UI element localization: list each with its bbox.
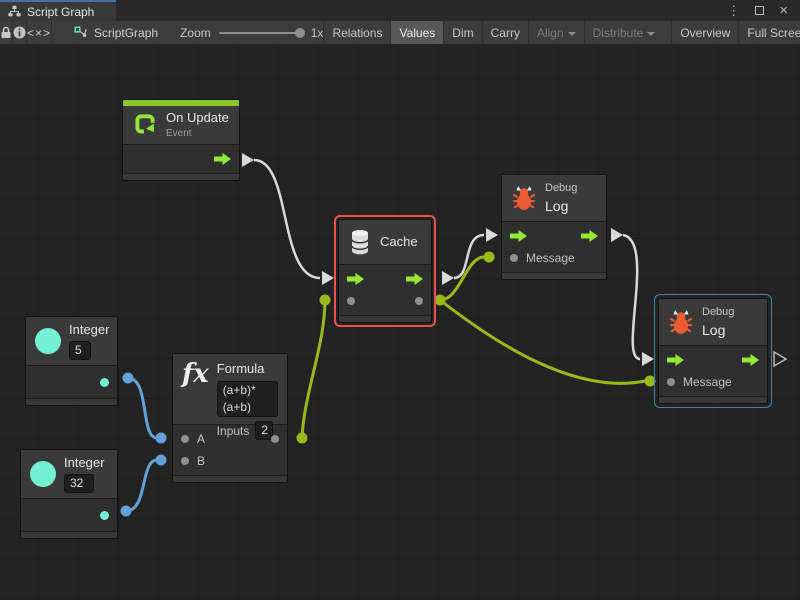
- full-screen-button[interactable]: Full Screen: [738, 21, 800, 44]
- integer-value-field[interactable]: 5: [69, 341, 91, 360]
- chevron-down-icon: [568, 32, 576, 36]
- graph-name-indicator[interactable]: ScriptGraph: [74, 21, 158, 44]
- formula-fx-icon: fx: [182, 361, 209, 387]
- node-title: Formula: [217, 361, 278, 377]
- lock-button[interactable]: [0, 21, 13, 44]
- value-output-port[interactable]: [100, 511, 109, 520]
- node-footer: [502, 272, 606, 279]
- tab-title: Script Graph: [27, 5, 94, 19]
- node-title: Log: [702, 322, 734, 339]
- align-dropdown[interactable]: Align: [528, 21, 584, 44]
- node-title: Integer: [64, 455, 104, 471]
- wire-integer32-to-formula-b: [126, 460, 157, 511]
- variables-icon: <×>: [27, 26, 51, 40]
- exec-input-port[interactable]: [347, 273, 364, 285]
- zoom-slider-handle[interactable]: [295, 28, 305, 38]
- node-title: Cache: [380, 234, 418, 250]
- menu-icon[interactable]: ⋮: [727, 4, 740, 17]
- node-footer: [659, 396, 767, 403]
- database-icon: [348, 229, 372, 255]
- values-button[interactable]: Values: [390, 21, 443, 44]
- zoom-control: Zoom 1x: [180, 21, 323, 44]
- integer-icon: [35, 328, 61, 354]
- blue-wire-endpoints: [121, 373, 167, 517]
- graph-canvas[interactable]: On Update Event: [0, 45, 800, 600]
- exec-input-port[interactable]: [667, 354, 684, 366]
- node-formula[interactable]: fx Formula (a+b)*(a+b) Inputs 2 A: [172, 353, 288, 483]
- node-cache[interactable]: Cache: [338, 219, 432, 323]
- wire-onupdate-to-cache: [254, 160, 320, 278]
- window-controls: ⋮ ×: [727, 0, 800, 21]
- wire-integer5-to-formula-a: [128, 378, 157, 438]
- script-graph-icon: [74, 26, 88, 40]
- info-icon: [13, 26, 26, 39]
- zoom-value: 1x: [311, 26, 324, 40]
- node-kicker: Debug: [702, 305, 734, 319]
- value-input-port[interactable]: [347, 297, 355, 305]
- node-kicker: Debug: [545, 181, 577, 195]
- node-title: Integer: [69, 322, 109, 338]
- update-loop-icon: [132, 112, 158, 138]
- node-footer: [123, 173, 239, 180]
- port-label-a: A: [197, 432, 205, 446]
- port-label-message: Message: [683, 375, 732, 389]
- overview-button[interactable]: Overview: [671, 21, 738, 44]
- value-output-port[interactable]: [415, 297, 423, 305]
- graph-hierarchy-icon: [8, 5, 21, 18]
- exec-input-port[interactable]: [510, 230, 527, 242]
- node-title: Log: [545, 198, 577, 215]
- port-label-b: B: [197, 454, 205, 468]
- zoom-slider[interactable]: [219, 32, 303, 34]
- node-footer: [21, 531, 117, 538]
- exec-output-port[interactable]: [581, 230, 598, 242]
- tab-script-graph[interactable]: Script Graph: [0, 0, 116, 21]
- toolbar-right-group: Relations Values Dim Carry Align Distrib…: [323, 21, 800, 44]
- bug-icon: [668, 308, 694, 336]
- tab-bar: Script Graph ⋮ ×: [0, 0, 800, 21]
- exec-output-port[interactable]: [214, 153, 231, 165]
- chevron-down-icon: [647, 32, 655, 36]
- bug-icon: [511, 184, 537, 212]
- value-output-port[interactable]: [100, 378, 109, 387]
- info-button[interactable]: [13, 21, 27, 44]
- node-integer-5[interactable]: Integer 5: [25, 316, 118, 406]
- unconnected-exec-output-arrow[interactable]: [774, 352, 786, 366]
- carry-button[interactable]: Carry: [482, 21, 528, 44]
- node-debug-log-top[interactable]: Debug Log Message: [501, 174, 607, 280]
- graph-name-label: ScriptGraph: [94, 26, 158, 40]
- node-footer: [26, 398, 117, 405]
- close-icon[interactable]: ×: [779, 3, 788, 18]
- node-footer: [339, 315, 431, 322]
- node-on-update[interactable]: On Update Event: [122, 99, 240, 181]
- integer-value-field[interactable]: 32: [64, 474, 94, 493]
- relations-button[interactable]: Relations: [323, 21, 390, 44]
- wire-formula-to-cache: [302, 300, 325, 438]
- maximize-icon[interactable]: [755, 6, 764, 15]
- input-port-b[interactable]: [181, 457, 189, 465]
- integer-icon: [30, 461, 56, 487]
- variables-button[interactable]: <×>: [27, 21, 52, 44]
- message-input-port[interactable]: [510, 254, 518, 262]
- node-integer-32[interactable]: Integer 32: [20, 449, 118, 539]
- distribute-dropdown[interactable]: Distribute: [584, 21, 664, 44]
- formula-expression-field[interactable]: (a+b)*(a+b): [217, 381, 278, 417]
- lock-icon: [0, 26, 12, 39]
- node-subtitle: Event: [166, 128, 229, 140]
- exec-output-port[interactable]: [742, 354, 759, 366]
- node-title: On Update: [166, 110, 229, 126]
- node-debug-log-right[interactable]: Debug Log Message: [658, 298, 768, 404]
- wire-debuglog1-to-debuglog2: [623, 235, 640, 359]
- value-output-port[interactable]: [271, 435, 279, 443]
- wire-cache-to-debuglog2-message: [440, 300, 645, 383]
- node-footer: [173, 475, 287, 482]
- input-port-a[interactable]: [181, 435, 189, 443]
- exec-output-port[interactable]: [406, 273, 423, 285]
- message-input-port[interactable]: [667, 378, 675, 386]
- script-graph-window: Script Graph ⋮ × <×>: [0, 0, 800, 600]
- port-label-message: Message: [526, 251, 575, 265]
- value-wires-blue: [126, 378, 157, 511]
- graph-toolbar: <×> ScriptGraph Zoom 1x Relations Values…: [0, 21, 800, 45]
- dim-button[interactable]: Dim: [443, 21, 481, 44]
- zoom-label: Zoom: [180, 26, 211, 40]
